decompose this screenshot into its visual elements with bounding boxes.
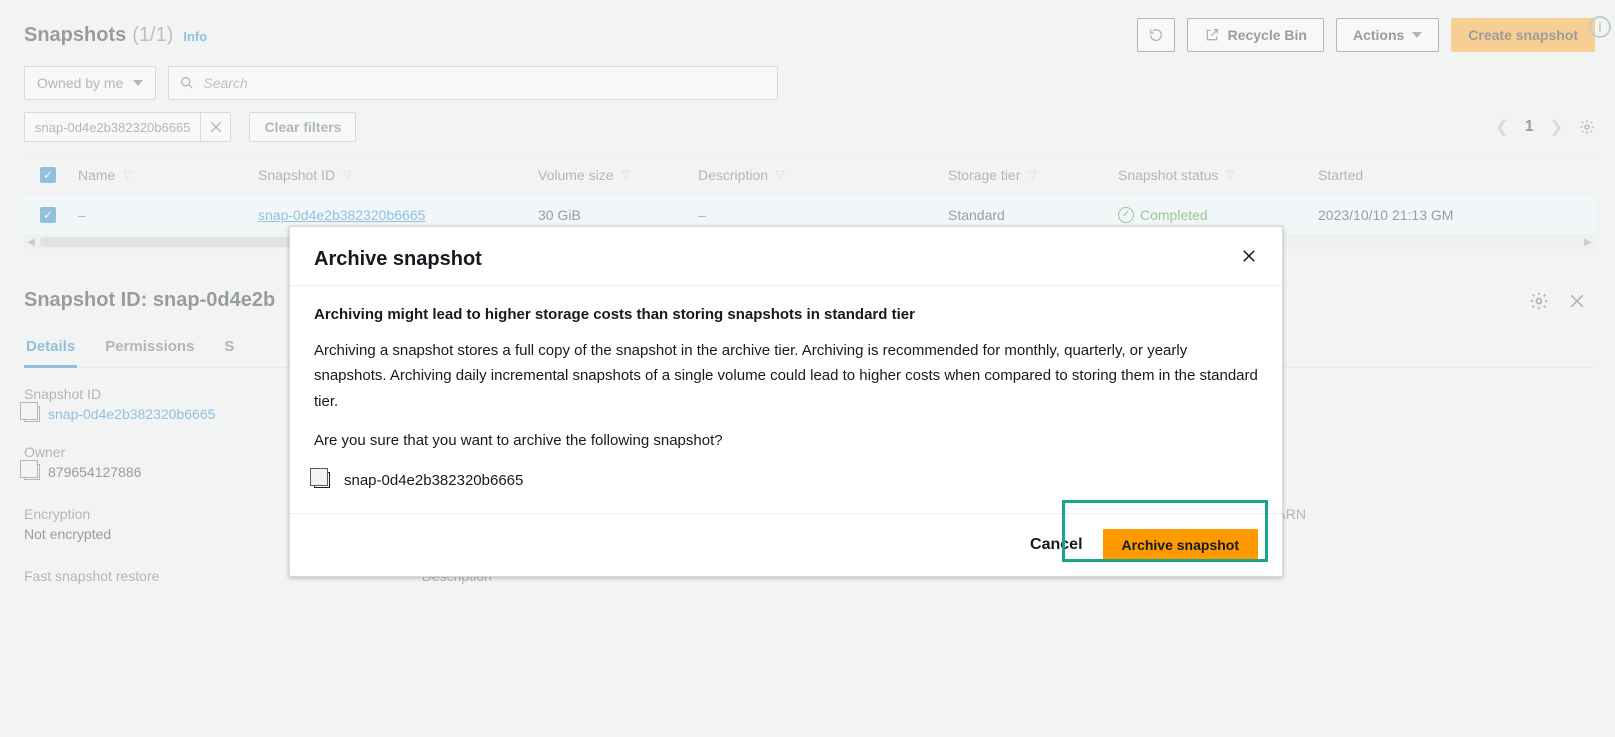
modal-confirm-text: Are you sure that you want to archive th… bbox=[314, 428, 1258, 454]
modal-warning: Archiving might lead to higher storage c… bbox=[314, 302, 1258, 328]
modal-snapshot-line: snap-0d4e2b382320b6665 bbox=[314, 468, 1258, 494]
modal-close-button[interactable] bbox=[1240, 247, 1258, 271]
modal-title: Archive snapshot bbox=[314, 248, 482, 271]
archive-modal: Archive snapshot Archiving might lead to… bbox=[289, 226, 1283, 577]
modal-body-text: Archiving a snapshot stores a full copy … bbox=[314, 338, 1258, 415]
close-icon bbox=[1240, 247, 1258, 265]
archive-confirm-button[interactable]: Archive snapshot bbox=[1103, 529, 1258, 561]
copy-icon[interactable] bbox=[314, 472, 330, 488]
cancel-button[interactable]: Cancel bbox=[1024, 528, 1088, 562]
modal-snapshot-id: snap-0d4e2b382320b6665 bbox=[344, 468, 523, 494]
